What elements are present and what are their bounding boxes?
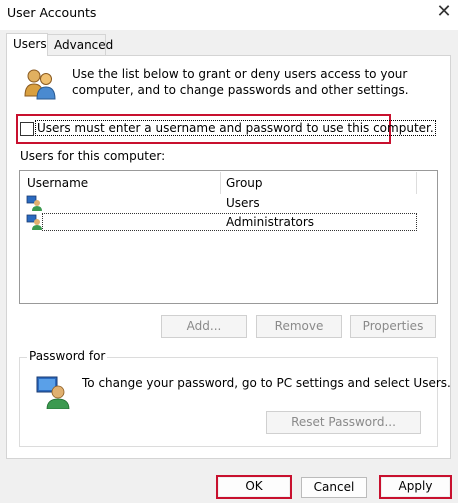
column-header-username[interactable]: Username xyxy=(27,172,88,194)
add-button[interactable]: Add... xyxy=(161,315,247,338)
tab-users[interactable]: Users xyxy=(6,33,48,56)
close-icon[interactable]: ✕ xyxy=(436,2,452,22)
reset-password-button[interactable]: Reset Password... xyxy=(266,411,421,434)
remove-button[interactable]: Remove xyxy=(256,315,342,338)
window-title: User Accounts xyxy=(7,5,97,20)
intro-text: Use the list below to grant or deny user… xyxy=(72,67,409,97)
login-required-label[interactable]: Users must enter a username and password… xyxy=(35,120,436,136)
tab-advanced[interactable]: Advanced xyxy=(48,34,113,55)
ok-button[interactable]: OK xyxy=(219,478,289,496)
table-row-group[interactable]: Users xyxy=(226,196,260,210)
user-icon xyxy=(26,195,42,211)
users-list-label: Users for this computer: xyxy=(20,149,166,163)
column-header-group[interactable]: Group xyxy=(226,172,263,194)
table-row-group[interactable]: Administrators xyxy=(226,215,314,229)
login-required-checkbox[interactable] xyxy=(20,122,34,136)
cancel-button[interactable]: Cancel xyxy=(301,477,367,498)
key-user-icon xyxy=(36,376,70,409)
users-icon xyxy=(24,69,56,100)
password-group-label: Password for xyxy=(27,349,108,363)
user-icon xyxy=(26,214,42,230)
apply-button[interactable]: Apply xyxy=(382,478,449,496)
password-instructions: To change your password, go to PC settin… xyxy=(82,376,451,390)
column-separator[interactable] xyxy=(416,172,417,194)
column-separator[interactable] xyxy=(220,172,221,194)
properties-button[interactable]: Properties xyxy=(350,315,436,338)
